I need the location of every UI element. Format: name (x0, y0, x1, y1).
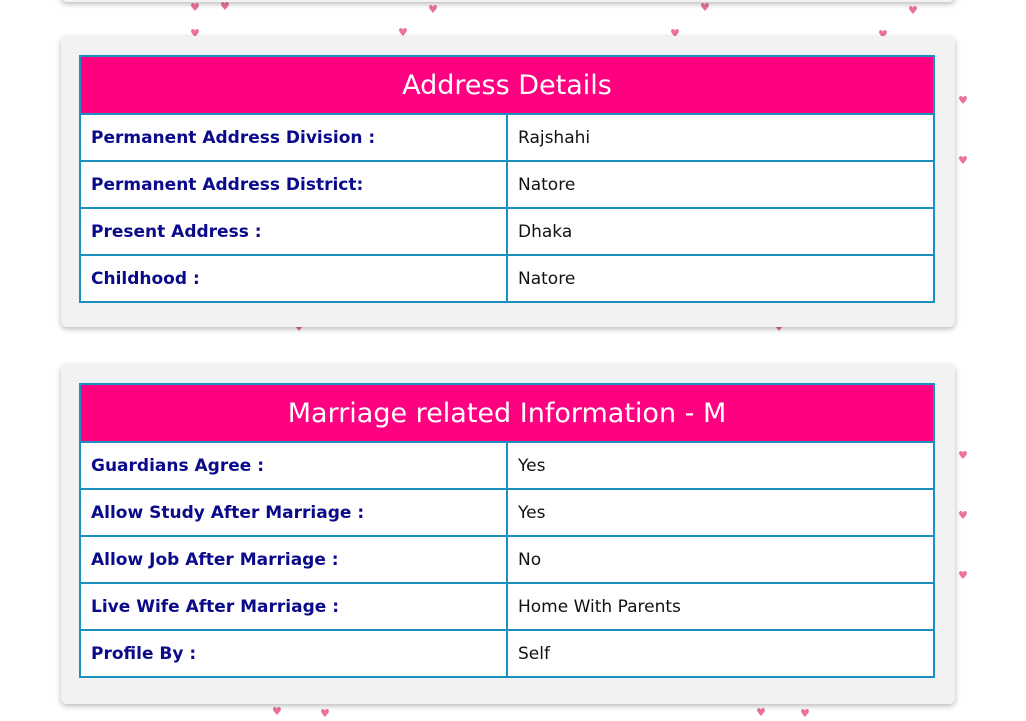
address-details-table: Address Details Permanent Address Divisi… (79, 55, 935, 303)
address-details-card: Address Details Permanent Address Divisi… (61, 36, 955, 327)
guardians-agree-value: Yes (506, 441, 935, 490)
present-address-value: Dhaka (506, 207, 935, 256)
guardians-agree-label: Guardians Agree : (79, 441, 508, 490)
present-address-label: Present Address : (79, 207, 508, 256)
permanent-division-label: Permanent Address Division : (79, 113, 508, 162)
heart-icon: ♥ (800, 707, 810, 720)
live-wife-label: Live Wife After Marriage : (79, 582, 508, 631)
permanent-district-label: Permanent Address District: (79, 160, 508, 209)
table-row: Live Wife After Marriage : Home With Par… (79, 582, 935, 631)
table-row: Permanent Address Division : Rajshahi (79, 113, 935, 162)
address-details-title: Address Details (79, 55, 935, 115)
allow-job-label: Allow Job After Marriage : (79, 535, 508, 584)
table-row: Allow Job After Marriage : No (79, 535, 935, 584)
heart-icon: ♥ (958, 509, 968, 522)
heart-icon: ♥ (908, 4, 918, 17)
allow-study-label: Allow Study After Marriage : (79, 488, 508, 537)
allow-job-value: No (506, 535, 935, 584)
profile-by-label: Profile By : (79, 629, 508, 678)
heart-icon: ♥ (272, 705, 282, 718)
table-row: Childhood : Natore (79, 254, 935, 303)
heart-icon: ♥ (958, 154, 968, 167)
heart-icon: ♥ (190, 1, 200, 14)
heart-icon: ♥ (428, 3, 438, 16)
marriage-info-title: Marriage related Information - M (79, 383, 935, 443)
heart-icon: ♥ (220, 0, 230, 13)
profile-by-value: Self (506, 629, 935, 678)
childhood-value: Natore (506, 254, 935, 303)
heart-icon: ♥ (958, 94, 968, 107)
heart-icon: ♥ (958, 569, 968, 582)
permanent-district-value: Natore (506, 160, 935, 209)
marriage-info-card: Marriage related Information - M Guardia… (61, 364, 955, 704)
heart-icon: ♥ (958, 449, 968, 462)
table-row: Permanent Address District: Natore (79, 160, 935, 209)
permanent-division-value: Rajshahi (506, 113, 935, 162)
table-row: Present Address : Dhaka (79, 207, 935, 256)
heart-icon: ♥ (700, 1, 710, 14)
table-row: Allow Study After Marriage : Yes (79, 488, 935, 537)
heart-icon: ♥ (320, 707, 330, 720)
table-row: Guardians Agree : Yes (79, 441, 935, 490)
childhood-label: Childhood : (79, 254, 508, 303)
heart-icon: ♥ (756, 706, 766, 719)
previous-section-card (61, 0, 955, 2)
marriage-info-table: Marriage related Information - M Guardia… (79, 383, 935, 678)
table-row: Profile By : Self (79, 629, 935, 678)
allow-study-value: Yes (506, 488, 935, 537)
live-wife-value: Home With Parents (506, 582, 935, 631)
